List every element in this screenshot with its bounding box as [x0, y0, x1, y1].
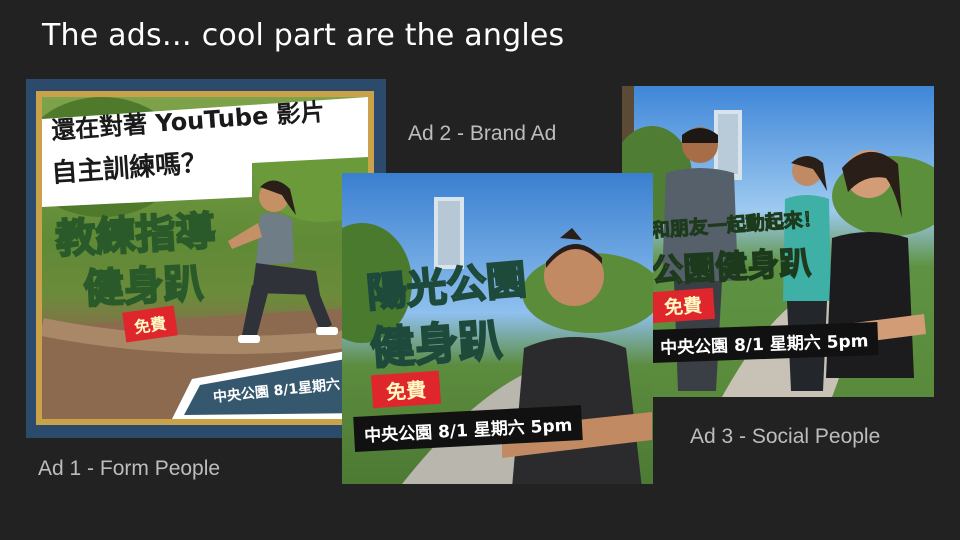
ad-1-caption: Ad 1 - Form People [38, 457, 221, 480]
ad-2-caption: Ad 2 - Brand Ad [408, 122, 557, 145]
slide-title: The ads… cool part are the angles [42, 18, 565, 53]
ad-3-free-badge: 免費 [650, 287, 716, 324]
ad-2-image: 陽光公園 健身趴 免費 中央公園 8/1 星期六 5pm [342, 173, 653, 484]
ad-3-woman-right-figure [814, 150, 926, 378]
ad-1-event-band [172, 347, 368, 419]
ad-1-image: 還在對著 YouTube 影片 自主訓練嗎？ 教練指導 健身趴 免費 中央公園 … [26, 79, 386, 438]
ad-1-gold-frame: 還在對著 YouTube 影片 自主訓練嗎？ 教練指導 健身趴 免費 中央公園 … [36, 91, 374, 425]
ad-1-title-line2: 健身趴 [82, 260, 206, 314]
ad-1-scene: 還在對著 YouTube 影片 自主訓練嗎？ 教練指導 健身趴 免費 中央公園 … [42, 97, 368, 419]
ad-3-title-line2: 公園健身趴 [650, 243, 813, 291]
ad-3-image: 和朋友一起動起來！ 公園健身趴 免費 中央公園 8/1 星期六 5pm [622, 86, 934, 397]
ad-3-caption: Ad 3 - Social People [690, 425, 881, 448]
ad-2-free-badge: 免費 [370, 370, 442, 409]
ad-2-title-line2: 健身趴 [368, 314, 505, 376]
